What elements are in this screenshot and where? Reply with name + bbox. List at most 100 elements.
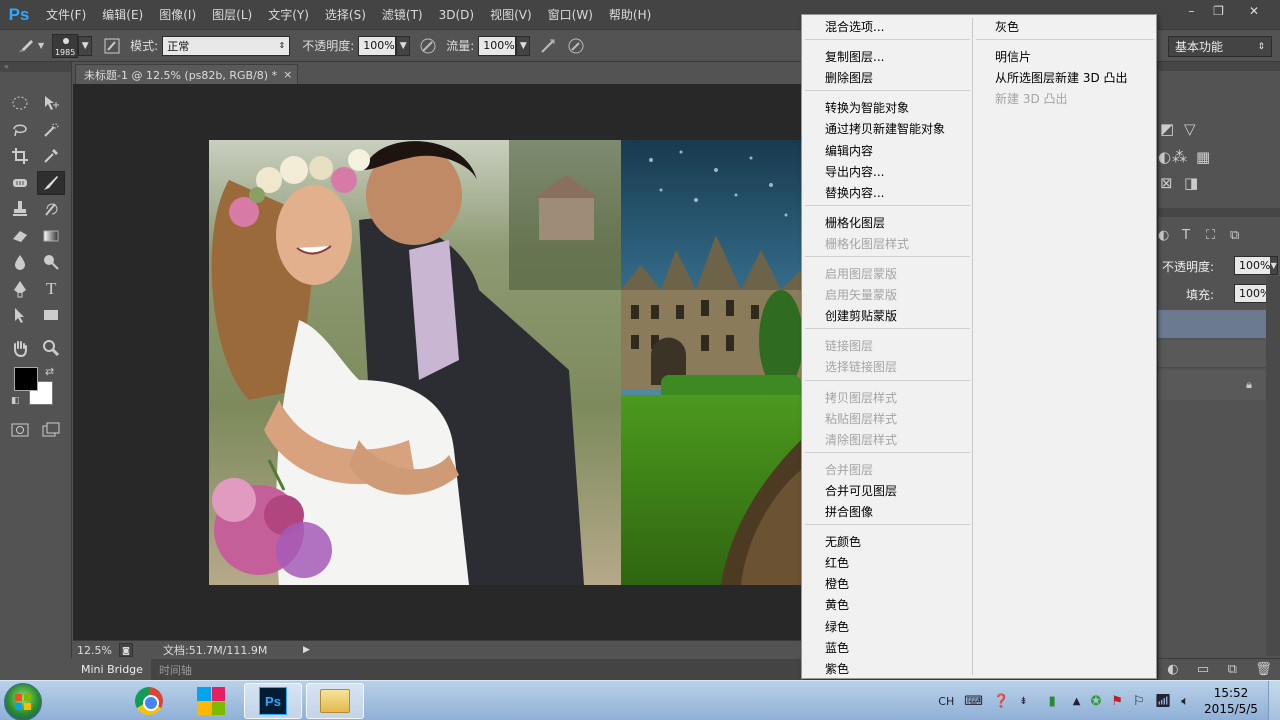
menu-type[interactable]: 文字(Y) xyxy=(260,6,317,23)
context-menu-item[interactable]: 明信片 xyxy=(995,47,1031,68)
action-center-icon[interactable]: ⚐ xyxy=(1133,694,1145,709)
pressure-opacity-icon[interactable] xyxy=(416,34,440,58)
menu-layer[interactable]: 图层(L) xyxy=(204,6,260,23)
tools-panel-grip[interactable]: « xyxy=(0,62,71,72)
taskbar-metro-app[interactable] xyxy=(182,683,240,719)
type-tool-icon[interactable]: T xyxy=(37,277,65,301)
context-menu-item[interactable]: 栅格化图层 xyxy=(825,213,885,234)
airbrush-icon[interactable] xyxy=(536,34,560,58)
channel-mixer-icon[interactable]: ⁂ xyxy=(1172,148,1187,166)
hand-tool-icon[interactable] xyxy=(6,336,34,360)
layers-panel-grip[interactable] xyxy=(1158,208,1280,217)
vibrance-icon[interactable]: ◐ xyxy=(1158,148,1171,166)
layer-opacity-input[interactable]: 100% ▼ xyxy=(1234,256,1278,275)
curves-adjustment-icon[interactable]: ◩ xyxy=(1160,120,1174,138)
network-warning-icon[interactable]: ⚑ xyxy=(1111,694,1123,709)
context-menu-item[interactable]: 删除图层 xyxy=(825,68,873,89)
close-button[interactable]: ✕ xyxy=(1232,2,1276,20)
filter-smart-object-icon[interactable]: ⧉ xyxy=(1230,228,1239,243)
document-tab[interactable]: 未标题-1 @ 12.5% (ps82b, RGB/8) * × xyxy=(75,64,298,84)
new-adjustment-layer-icon[interactable]: ◐ xyxy=(1167,662,1178,677)
status-menu-arrow-icon[interactable]: ▶ xyxy=(303,645,310,655)
threshold-icon[interactable]: ◨ xyxy=(1184,174,1198,192)
brush-size-picker[interactable]: 1985 xyxy=(52,33,79,58)
new-group-icon[interactable]: ▭ xyxy=(1197,662,1209,677)
flow-dropdown-icon[interactable]: ▼ xyxy=(516,35,531,56)
eraser-tool-icon[interactable] xyxy=(6,224,34,248)
context-menu-item[interactable]: 灰色 xyxy=(995,17,1019,38)
context-menu-item[interactable]: 编辑内容 xyxy=(825,141,873,162)
volume-icon[interactable]: 🔈︎ xyxy=(1181,694,1189,709)
brush-picker-dropdown-icon[interactable]: ▼ xyxy=(78,35,93,56)
zoom-tool-icon[interactable] xyxy=(37,336,65,360)
castle-photo-layer[interactable] xyxy=(621,140,801,585)
show-desktop-button[interactable] xyxy=(1268,681,1280,720)
filter-adjustment-icon[interactable]: ◐ xyxy=(1158,228,1169,243)
context-menu-item[interactable]: 绿色 xyxy=(825,617,849,638)
blur-tool-icon[interactable] xyxy=(6,250,34,274)
ime-indicator[interactable]: CH xyxy=(938,695,954,708)
context-menu-item[interactable]: 橙色 xyxy=(825,574,849,595)
brush-panel-toggle-icon[interactable] xyxy=(100,34,124,58)
clock[interactable]: 15:52 2015/5/5 xyxy=(1194,685,1268,717)
brush-tool-preset-icon[interactable] xyxy=(14,34,38,58)
ime-options-icon[interactable]: ⇟ xyxy=(1019,696,1027,707)
clone-stamp-tool-icon[interactable] xyxy=(6,197,34,221)
pressure-size-icon[interactable] xyxy=(564,34,588,58)
quick-selection-tool-icon[interactable] xyxy=(37,118,65,142)
color-lookup-icon[interactable]: ▦ xyxy=(1196,148,1210,166)
menu-window[interactable]: 窗口(W) xyxy=(540,6,601,23)
menu-help[interactable]: 帮助(H) xyxy=(601,6,659,23)
opacity-dropdown-icon[interactable]: ▼ xyxy=(396,35,411,56)
menu-select[interactable]: 选择(S) xyxy=(317,6,374,23)
start-button[interactable] xyxy=(4,683,42,720)
tab-timeline[interactable]: 时间轴 xyxy=(151,659,200,680)
context-menu-item[interactable]: 合并可见图层 xyxy=(825,481,897,502)
context-menu-item[interactable]: 无颜色 xyxy=(825,532,861,553)
menu-view[interactable]: 视图(V) xyxy=(482,6,540,23)
opacity-input[interactable]: 100% xyxy=(358,35,397,56)
swap-colors-icon[interactable]: ⇄ xyxy=(45,365,54,378)
new-layer-icon[interactable]: ⧉ xyxy=(1228,662,1237,677)
context-menu-item[interactable]: 创建剪贴蒙版 xyxy=(825,306,897,327)
context-menu-item[interactable]: 黄色 xyxy=(825,595,849,616)
flow-input[interactable]: 100% xyxy=(478,35,517,56)
signal-icon[interactable]: 📶︎ xyxy=(1155,694,1172,709)
pen-tool-icon[interactable] xyxy=(6,277,34,301)
context-menu-item[interactable]: 紫色 xyxy=(825,659,849,680)
move-tool-icon[interactable] xyxy=(37,91,65,115)
canvas-pane[interactable] xyxy=(73,84,801,640)
layer-row-background[interactable]: 🔒︎ xyxy=(1158,370,1266,400)
document-tab-close-icon[interactable]: × xyxy=(283,68,292,81)
path-selection-tool-icon[interactable] xyxy=(6,303,34,327)
menu-file[interactable]: 文件(F) xyxy=(38,6,94,23)
taskbar-explorer[interactable] xyxy=(306,683,364,719)
delete-layer-icon[interactable]: 🗑︎ xyxy=(1255,662,1272,677)
taskbar-photoshop[interactable]: Ps xyxy=(244,683,302,719)
gradient-map-icon[interactable]: ▽ xyxy=(1184,120,1196,138)
crop-tool-icon[interactable] xyxy=(6,144,34,168)
menu-edit[interactable]: 编辑(E) xyxy=(94,6,151,23)
panel-dock-grip[interactable] xyxy=(1158,62,1280,71)
tab-mini-bridge[interactable]: Mini Bridge xyxy=(73,659,151,680)
lasso-tool-icon[interactable] xyxy=(6,118,34,142)
keyboard-icon[interactable]: ⌨ xyxy=(964,694,983,709)
brush-tool-icon[interactable] xyxy=(37,170,66,195)
layer-opacity-dropdown-icon[interactable]: ▼ xyxy=(1270,257,1277,274)
default-colors-icon[interactable]: ◧ xyxy=(11,396,20,406)
context-menu-item[interactable]: 导出内容... xyxy=(825,162,884,183)
spot-healing-tool-icon[interactable] xyxy=(6,171,34,195)
taskbar-chrome[interactable] xyxy=(120,683,178,719)
context-menu-item[interactable]: 转换为智能对象 xyxy=(825,98,909,119)
context-menu-item[interactable]: 通过拷贝新建智能对象 xyxy=(825,119,945,140)
selective-color-icon[interactable]: ⊠ xyxy=(1160,174,1173,192)
layers-scrollbar[interactable] xyxy=(1266,276,1280,656)
rectangle-tool-icon[interactable] xyxy=(37,303,65,327)
gradient-tool-icon[interactable] xyxy=(37,224,65,248)
layer-row[interactable] xyxy=(1158,340,1266,368)
screen-mode-icon[interactable] xyxy=(37,418,65,442)
context-menu-item[interactable]: 拼合图像 xyxy=(825,502,873,523)
menu-image[interactable]: 图像(I) xyxy=(151,6,204,23)
context-menu-item[interactable]: 蓝色 xyxy=(825,638,849,659)
wedding-photo-layer[interactable] xyxy=(209,140,621,585)
